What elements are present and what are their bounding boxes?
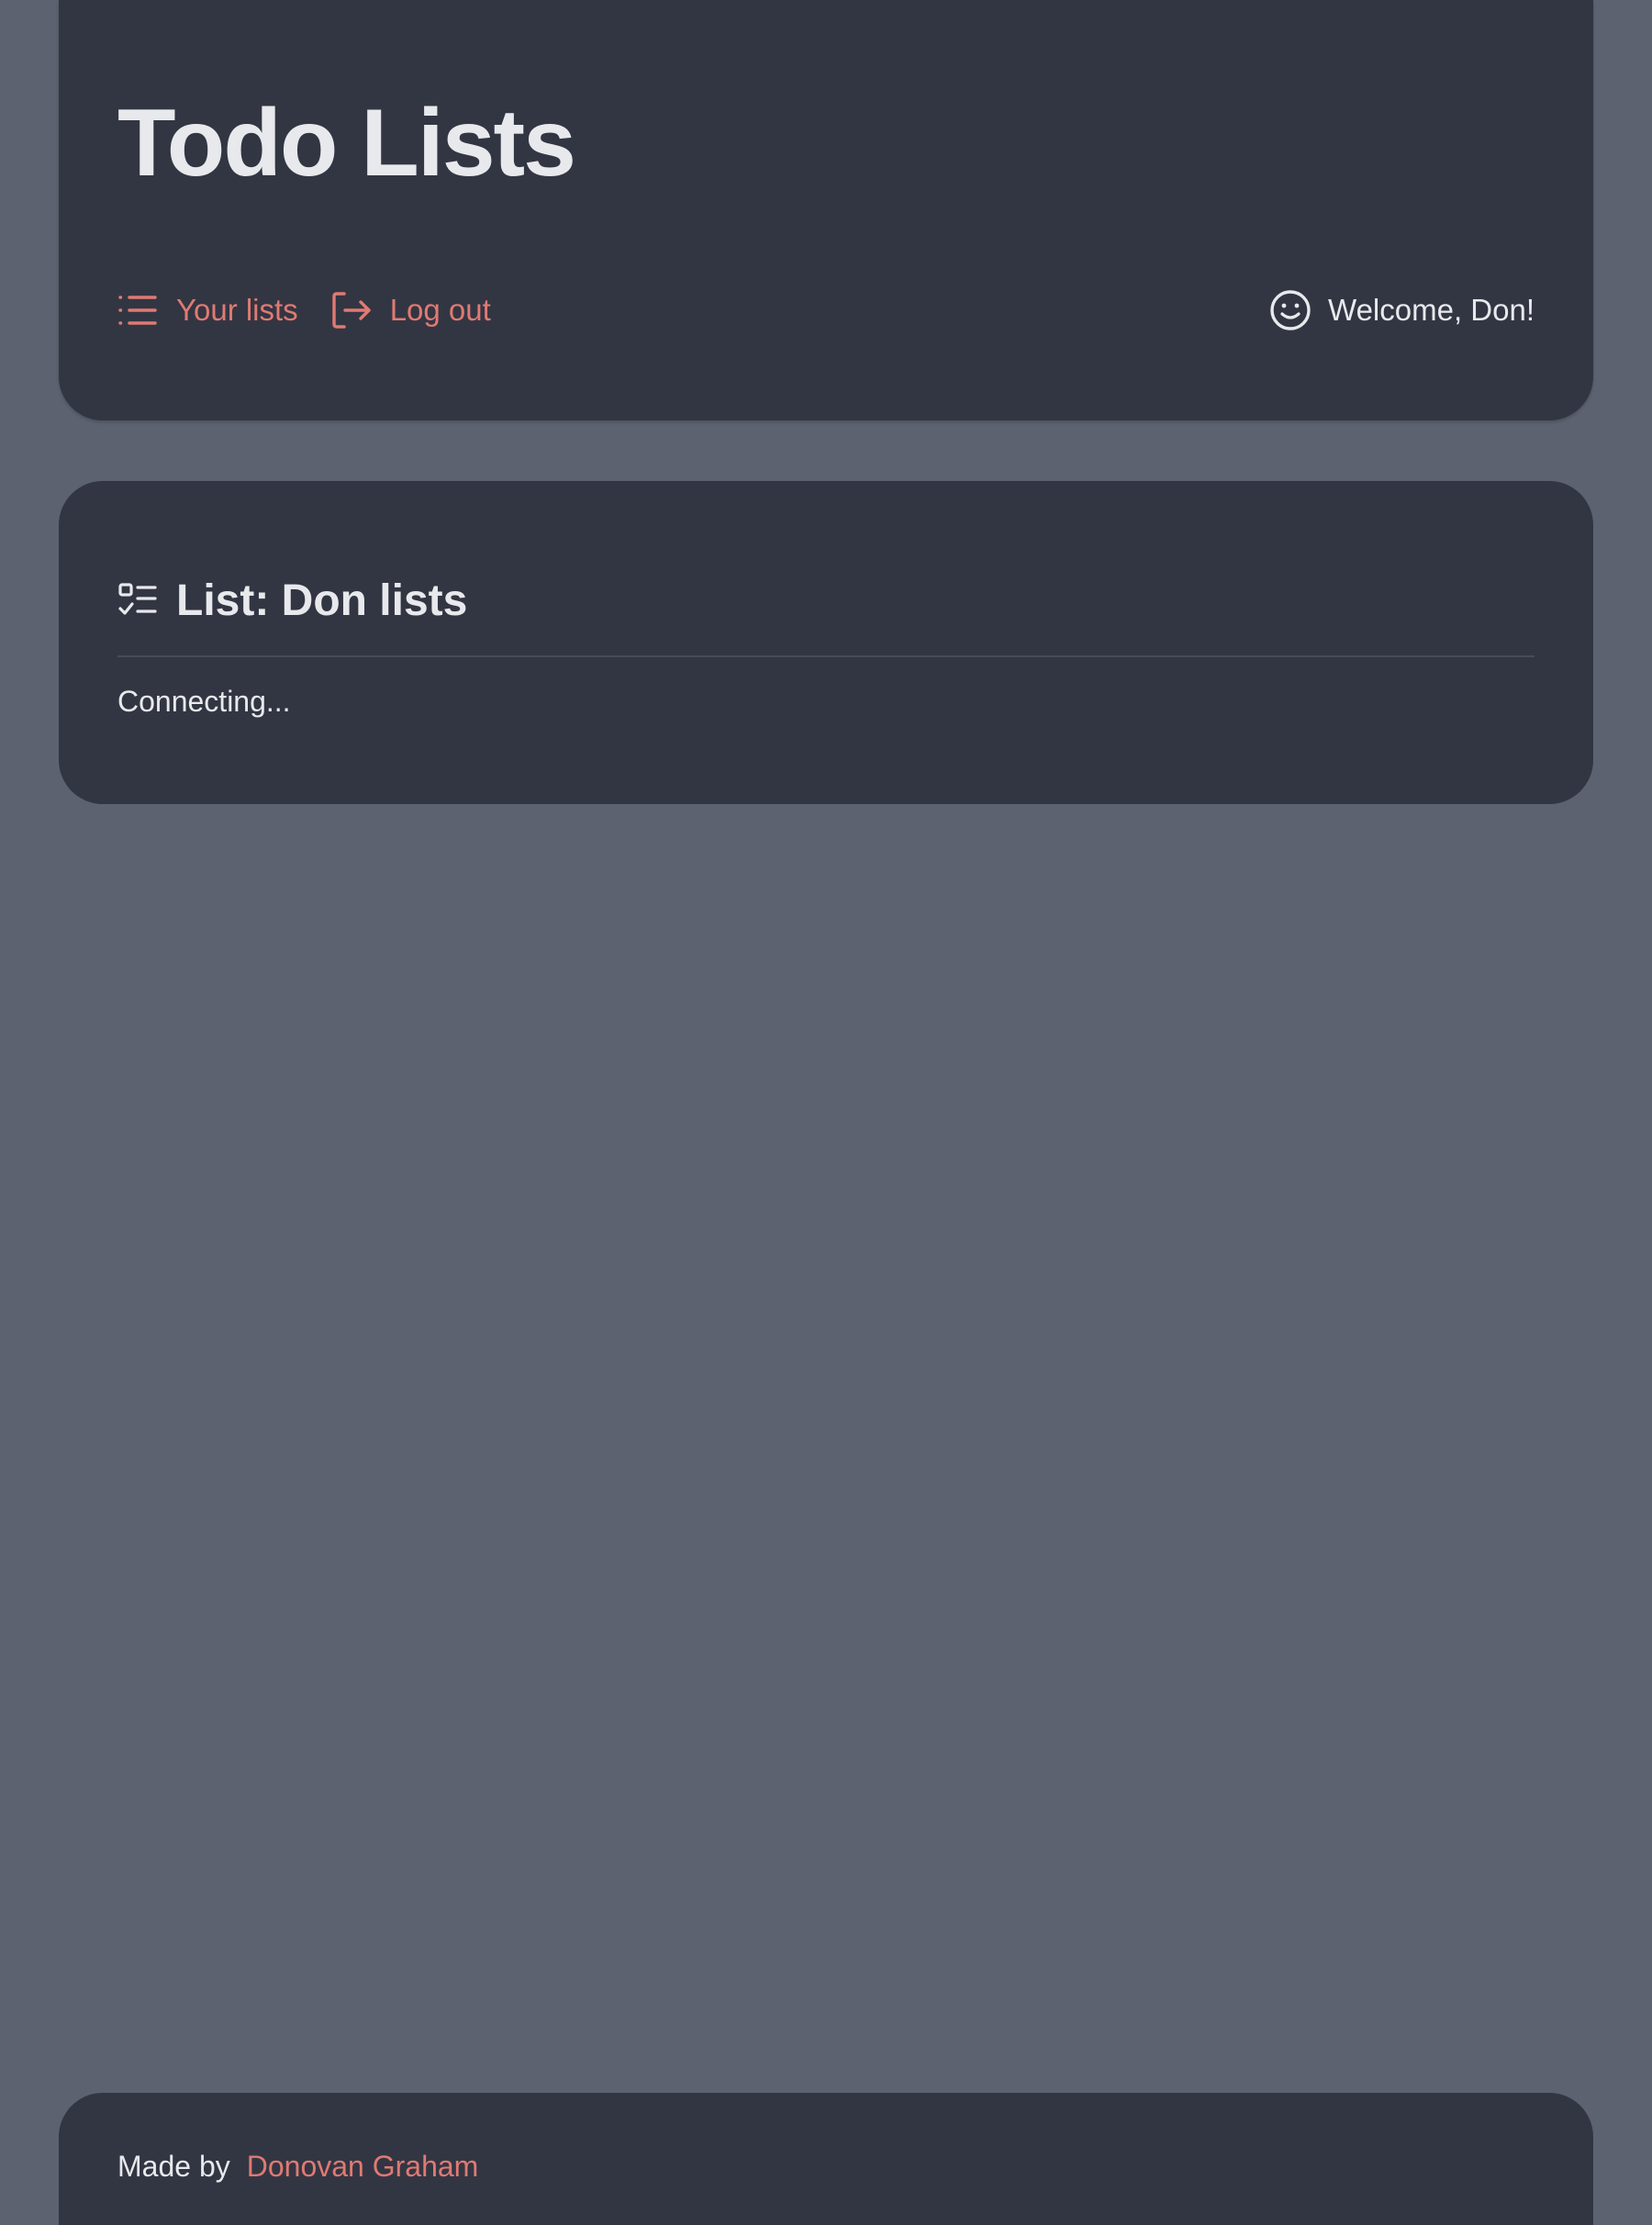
- divider: [117, 655, 1535, 657]
- nav-your-lists-link[interactable]: Your lists: [117, 293, 298, 328]
- welcome-text: Welcome, Don!: [1328, 293, 1535, 327]
- smiley-icon: [1269, 289, 1312, 331]
- header-card: Todo Lists Your lists Log out Welcome, D…: [59, 0, 1593, 420]
- nav-log-out-link[interactable]: Log out: [331, 291, 491, 330]
- list-title: List: Don lists: [176, 576, 468, 625]
- list-heading: List: Don lists: [117, 573, 467, 628]
- welcome-message: Welcome, Don!: [1269, 286, 1535, 334]
- made-by-label: Made by: [117, 2150, 230, 2183]
- footer-credit: Made by Donovan Graham: [117, 2150, 478, 2184]
- page-title: Todo Lists: [117, 90, 576, 196]
- list-card: List: Don lists Connecting...: [59, 481, 1593, 804]
- main-nav: Your lists Log out: [117, 286, 491, 334]
- connection-status: Connecting...: [117, 685, 291, 718]
- list-icon: [117, 294, 158, 327]
- nav-your-lists-label: Your lists: [176, 293, 298, 327]
- author-link[interactable]: Donovan Graham: [247, 2150, 479, 2184]
- checklist-icon: [117, 582, 158, 619]
- nav-log-out-label: Log out: [389, 293, 491, 327]
- footer-card: Made by Donovan Graham: [59, 2093, 1593, 2225]
- logout-icon: [331, 291, 372, 330]
